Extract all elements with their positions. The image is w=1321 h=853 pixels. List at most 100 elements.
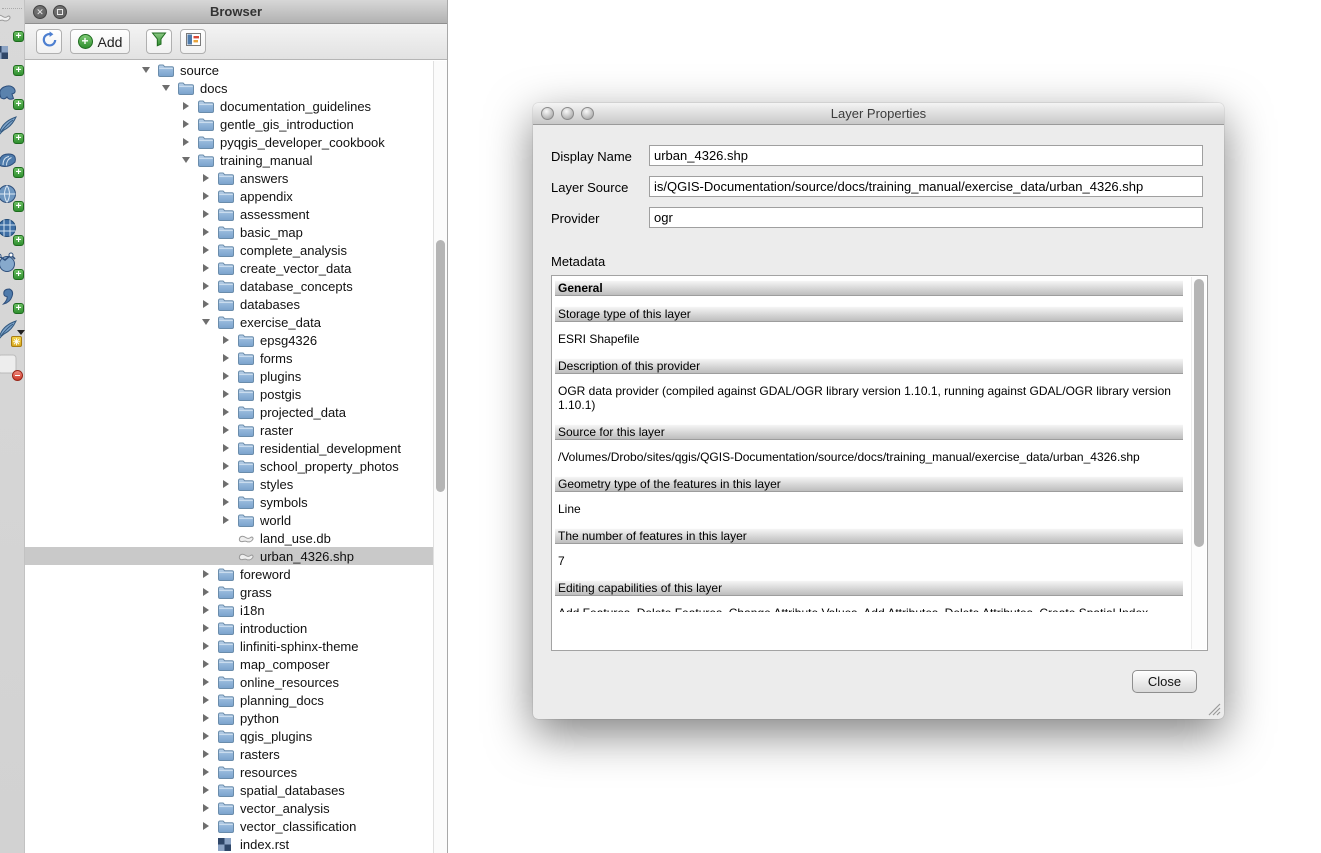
disclosure-closed-icon[interactable] [201, 624, 218, 632]
tree-item-land-use-db[interactable]: land_use.db [25, 529, 433, 547]
disclosure-closed-icon[interactable] [201, 642, 218, 650]
tree-item-vector-classification[interactable]: vector_classification [25, 817, 433, 835]
tree-item-training-manual[interactable]: training_manual [25, 151, 433, 169]
tree-item-epsg4326[interactable]: epsg4326 [25, 331, 433, 349]
disclosure-closed-icon[interactable] [201, 174, 218, 182]
layer-source-field[interactable] [649, 176, 1203, 197]
tree-item-source[interactable]: source [25, 61, 433, 79]
disclosure-closed-icon[interactable] [201, 192, 218, 200]
tree-item-rasters[interactable]: rasters [25, 745, 433, 763]
disclosure-closed-icon[interactable] [221, 516, 238, 524]
disclosure-closed-icon[interactable] [201, 264, 218, 272]
disclosure-closed-icon[interactable] [201, 246, 218, 254]
refresh-button[interactable] [36, 29, 62, 54]
metadata-scrollbar-thumb[interactable] [1194, 279, 1204, 547]
disclosure-open-icon[interactable] [161, 85, 178, 91]
tree-item-gentle-gis-introduction[interactable]: gentle_gis_introduction [25, 115, 433, 133]
disclosure-open-icon[interactable] [201, 319, 218, 325]
disclosure-closed-icon[interactable] [201, 588, 218, 596]
window-minimize-icon[interactable] [561, 107, 574, 120]
disclosure-closed-icon[interactable] [201, 678, 218, 686]
tree-item-planning-docs[interactable]: planning_docs [25, 691, 433, 709]
add-postgis-layer-icon[interactable]: + [0, 78, 25, 112]
tree-item-symbols[interactable]: symbols [25, 493, 433, 511]
provider-field[interactable] [649, 207, 1203, 228]
disclosure-closed-icon[interactable] [201, 228, 218, 236]
add-vector-layer-icon[interactable]: + [0, 10, 25, 44]
new-shapefile-layer-icon[interactable]: ✳ [0, 316, 25, 350]
tree-item-residential-development[interactable]: residential_development [25, 439, 433, 457]
add-raster-layer-icon[interactable]: + [0, 44, 25, 78]
tree-item-databases[interactable]: databases [25, 295, 433, 313]
tree-item-resources[interactable]: resources [25, 763, 433, 781]
close-button[interactable]: Close [1132, 670, 1197, 693]
disclosure-closed-icon[interactable] [201, 282, 218, 290]
disclosure-closed-icon[interactable] [221, 498, 238, 506]
disclosure-closed-icon[interactable] [201, 300, 218, 308]
tree-item-index-rst[interactable]: index.rst [25, 835, 433, 853]
tree-item-foreword[interactable]: foreword [25, 565, 433, 583]
disclosure-closed-icon[interactable] [201, 786, 218, 794]
panel-close-icon[interactable]: ✕ [33, 5, 47, 19]
tree-item-basic-map[interactable]: basic_map [25, 223, 433, 241]
tree-item-introduction[interactable]: introduction [25, 619, 433, 637]
tree-item-styles[interactable]: styles [25, 475, 433, 493]
add-spatialite-layer-icon[interactable]: + [0, 112, 25, 146]
tree-item-linfiniti-sphinx-theme[interactable]: linfiniti-sphinx-theme [25, 637, 433, 655]
tree-item-plugins[interactable]: plugins [25, 367, 433, 385]
disclosure-closed-icon[interactable] [221, 426, 238, 434]
tree-item-i18n[interactable]: i18n [25, 601, 433, 619]
add-wms-layer-icon[interactable]: + [0, 180, 25, 214]
disclosure-closed-icon[interactable] [201, 732, 218, 740]
tree-item-database-concepts[interactable]: database_concepts [25, 277, 433, 295]
tree-item-documentation-guidelines[interactable]: documentation_guidelines [25, 97, 433, 115]
disclosure-closed-icon[interactable] [181, 102, 198, 110]
add-wcs-layer-icon[interactable]: + [0, 214, 25, 248]
tree-item-postgis[interactable]: postgis [25, 385, 433, 403]
disclosure-closed-icon[interactable] [201, 696, 218, 704]
disclosure-closed-icon[interactable] [221, 354, 238, 362]
tree-item-grass[interactable]: grass [25, 583, 433, 601]
tree-item-assessment[interactable]: assessment [25, 205, 433, 223]
disclosure-closed-icon[interactable] [201, 606, 218, 614]
disclosure-closed-icon[interactable] [181, 138, 198, 146]
properties-widget-button[interactable] [180, 29, 206, 54]
disclosure-closed-icon[interactable] [221, 390, 238, 398]
remove-layer-icon[interactable]: – [0, 350, 25, 384]
resize-grip[interactable] [1208, 703, 1221, 716]
disclosure-closed-icon[interactable] [221, 462, 238, 470]
disclosure-closed-icon[interactable] [221, 336, 238, 344]
tree-item-answers[interactable]: answers [25, 169, 433, 187]
tree-item-vector-analysis[interactable]: vector_analysis [25, 799, 433, 817]
disclosure-closed-icon[interactable] [181, 120, 198, 128]
tree-item-exercise-data[interactable]: exercise_data [25, 313, 433, 331]
tree-item-projected-data[interactable]: projected_data [25, 403, 433, 421]
disclosure-closed-icon[interactable] [221, 444, 238, 452]
add-delimited-text-layer-icon[interactable]: + [0, 282, 25, 316]
disclosure-closed-icon[interactable] [221, 408, 238, 416]
panel-float-icon[interactable] [53, 5, 67, 19]
tree-item-complete-analysis[interactable]: complete_analysis [25, 241, 433, 259]
tree-item-pyqgis-developer-cookbook[interactable]: pyqgis_developer_cookbook [25, 133, 433, 151]
tree-item-docs[interactable]: docs [25, 79, 433, 97]
tree-item-school-property-photos[interactable]: school_property_photos [25, 457, 433, 475]
tree-scrollbar-thumb[interactable] [436, 240, 445, 492]
tree-item-urban-4326-shp[interactable]: urban_4326.shp [25, 547, 433, 565]
tree-item-create-vector-data[interactable]: create_vector_data [25, 259, 433, 277]
disclosure-closed-icon[interactable] [201, 210, 218, 218]
disclosure-closed-icon[interactable] [201, 750, 218, 758]
disclosure-closed-icon[interactable] [221, 372, 238, 380]
tree-item-online-resources[interactable]: online_resources [25, 673, 433, 691]
filter-button[interactable] [146, 29, 172, 54]
disclosure-closed-icon[interactable] [201, 660, 218, 668]
add-button[interactable]: + Add [70, 29, 130, 54]
tree-item-spatial-databases[interactable]: spatial_databases [25, 781, 433, 799]
add-mssql-layer-icon[interactable]: + [0, 146, 25, 180]
disclosure-closed-icon[interactable] [201, 714, 218, 722]
disclosure-open-icon[interactable] [141, 67, 158, 73]
disclosure-closed-icon[interactable] [201, 570, 218, 578]
disclosure-open-icon[interactable] [181, 157, 198, 163]
disclosure-closed-icon[interactable] [201, 768, 218, 776]
tree-item-map-composer[interactable]: map_composer [25, 655, 433, 673]
dialog-titlebar[interactable]: Layer Properties [533, 103, 1224, 125]
